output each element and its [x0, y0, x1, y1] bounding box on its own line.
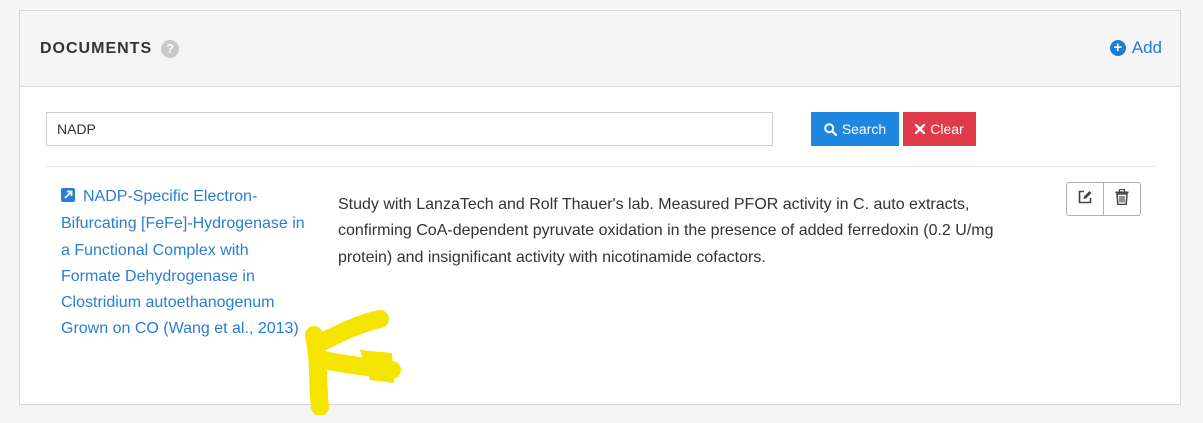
- search-input[interactable]: [46, 112, 773, 146]
- panel-title: DOCUMENTS: [40, 40, 153, 57]
- documents-panel: DOCUMENTS ? + Add Search Clear: [19, 10, 1181, 405]
- external-link-icon: [61, 185, 75, 211]
- document-title: NADP-Specific Electron-Bifurcating [FeFe…: [61, 188, 305, 338]
- document-actions: [1066, 182, 1141, 216]
- document-link[interactable]: NADP-Specific Electron-Bifurcating [FeFe…: [61, 184, 311, 343]
- delete-button[interactable]: [1103, 183, 1140, 215]
- edit-button[interactable]: [1067, 183, 1103, 215]
- help-icon[interactable]: ?: [161, 40, 179, 58]
- divider: [46, 166, 1156, 167]
- close-icon: [915, 124, 926, 134]
- search-button-label: Search: [841, 121, 887, 137]
- add-label: Add: [1131, 38, 1162, 57]
- plus-circle-icon: +: [1109, 40, 1126, 56]
- trash-icon: [1115, 188, 1129, 210]
- clear-button-label: Clear: [930, 121, 964, 137]
- panel-header: DOCUMENTS ? + Add: [20, 11, 1180, 87]
- clear-button[interactable]: Clear: [903, 112, 976, 146]
- document-description: Study with LanzaTech and Rolf Thauer's l…: [338, 196, 994, 266]
- search-button[interactable]: Search: [811, 112, 899, 146]
- add-button[interactable]: + Add: [1109, 38, 1162, 58]
- edit-icon: [1077, 189, 1093, 210]
- search-icon: [824, 122, 837, 136]
